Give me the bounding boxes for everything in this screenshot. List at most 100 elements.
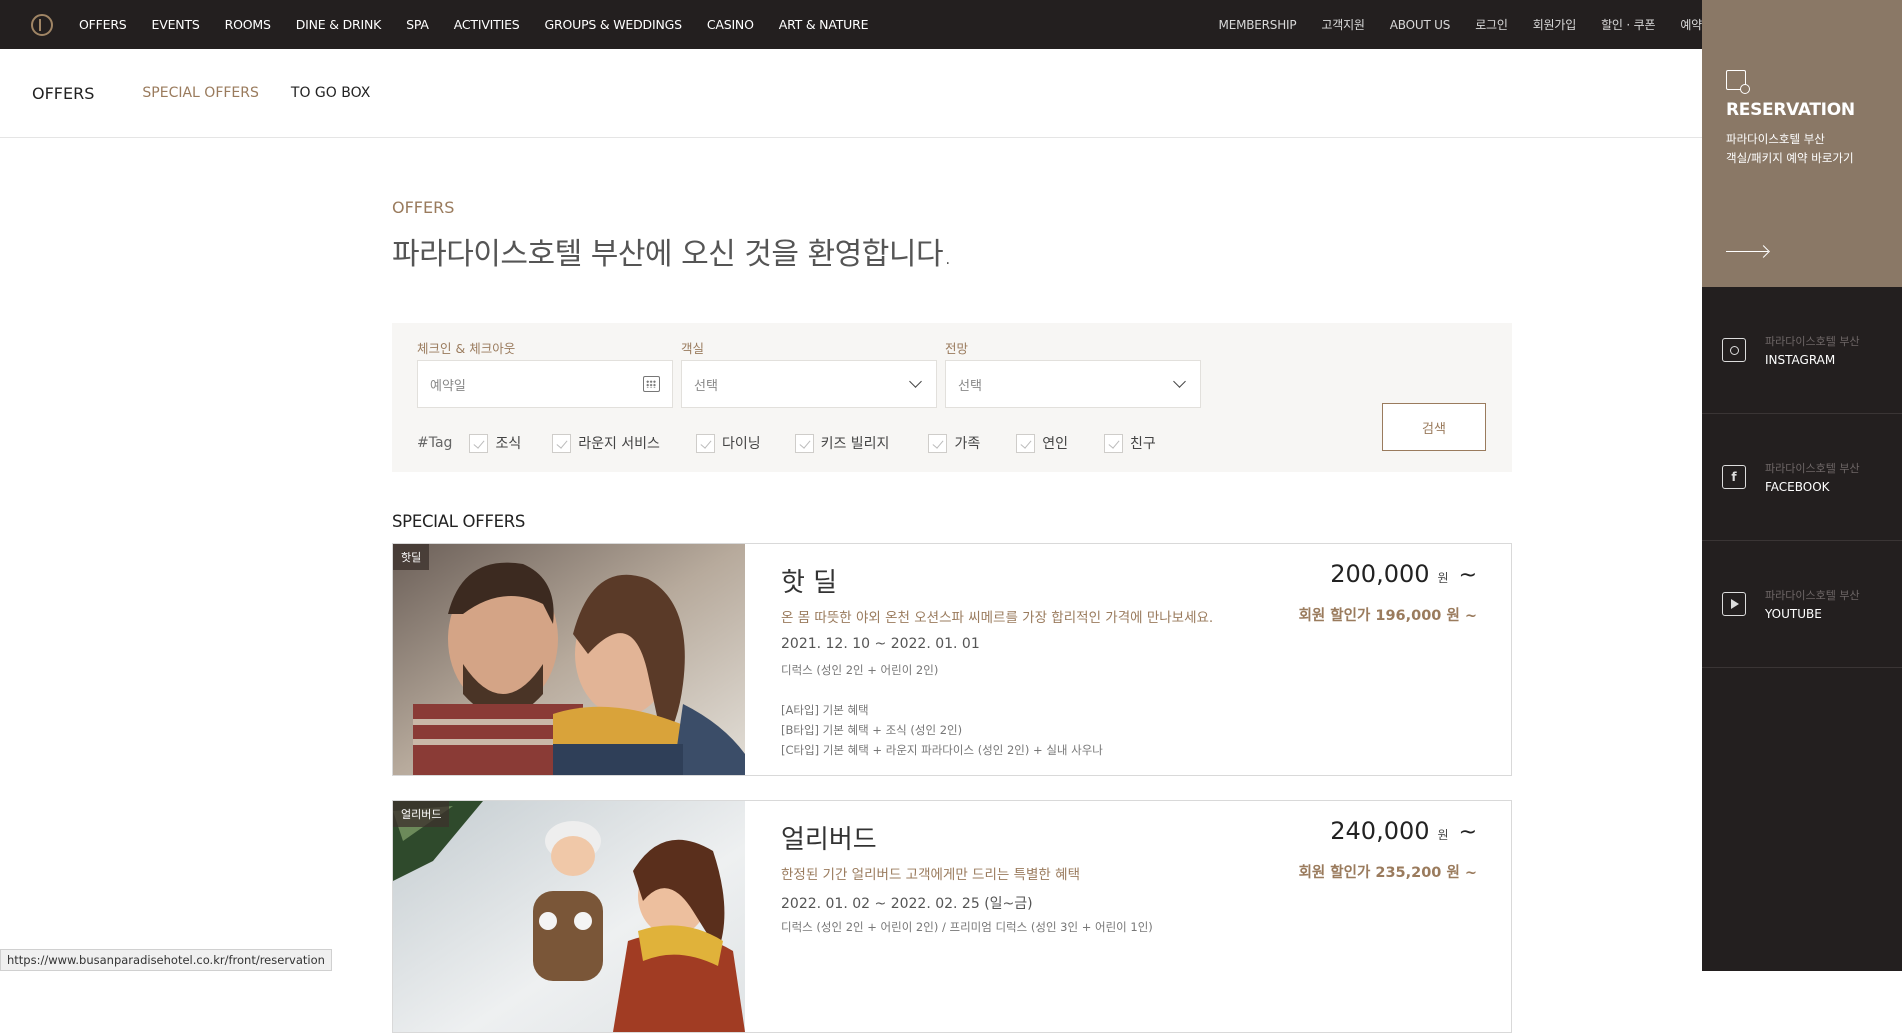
checkin-field: 체크인 & 체크아웃 예약일 — [417, 338, 673, 408]
tag-checkbox-kids-village[interactable]: 키즈 빌리지 — [795, 433, 890, 453]
social-link-youtube[interactable]: 파라다이스호텔 부산 YOUTUBE — [1702, 541, 1902, 668]
tag-text: 조식 — [495, 433, 521, 453]
tag-checkbox-friends[interactable]: 친구 — [1104, 433, 1156, 453]
tag-checkbox-lounge[interactable]: 라운지 서비스 — [552, 433, 660, 453]
nav-item-rooms[interactable]: ROOMS — [225, 17, 271, 32]
room-label: 객실 — [681, 338, 937, 360]
nav-item-spa[interactable]: SPA — [406, 17, 429, 32]
reservation-panel[interactable]: RESERVATION 파라다이스호텔 부산 객실/패키지 예약 바로가기 — [1702, 0, 1902, 287]
arrow-right-icon[interactable] — [1726, 251, 1768, 252]
tag-checkbox-dining[interactable]: 다이닝 — [696, 433, 761, 453]
tab-to-go-box[interactable]: TO GO BOX — [291, 85, 370, 101]
tag-checkbox-breakfast[interactable]: 조식 — [469, 433, 521, 453]
offer-description: 온 몸 따뜻한 야외 온천 오션스파 씨메르를 가장 합리적인 가격에 만나보세… — [781, 606, 1213, 626]
offer-dates: 2021. 12. 10 ~ 2022. 01. 01 — [781, 636, 980, 652]
room-field: 객실 선택 — [681, 338, 937, 408]
nav-item-art-nature[interactable]: ART & NATURE — [779, 17, 869, 32]
nav-item-dine-drink[interactable]: DINE & DRINK — [296, 17, 381, 32]
calendar-icon[interactable] — [643, 376, 660, 392]
tag-text: 다이닝 — [722, 433, 761, 453]
search-button[interactable]: 검색 — [1382, 403, 1486, 451]
nav-reservation[interactable]: 예약 — [1680, 16, 1702, 33]
nav-item-offers[interactable]: OFFERS — [79, 17, 127, 32]
offer-price: 200,000 원 ~ — [1330, 560, 1477, 588]
tag-text: 키즈 빌리지 — [821, 433, 890, 453]
checkbox-icon[interactable] — [552, 434, 571, 453]
checkin-input[interactable]: 예약일 — [417, 360, 673, 408]
chevron-down-icon — [1173, 375, 1186, 388]
special-offers-title: SPECIAL OFFERS — [392, 512, 1512, 531]
tag-text: 연인 — [1042, 433, 1068, 453]
nav-about-us[interactable]: ABOUT US — [1390, 18, 1450, 32]
winter-family-photo — [393, 801, 745, 1032]
tag-text: 가족 — [954, 433, 980, 453]
nav-item-events[interactable]: EVENTS — [152, 17, 200, 32]
nav-login[interactable]: 로그인 — [1475, 16, 1508, 33]
paradise-logo[interactable] — [31, 14, 53, 36]
offer-name[interactable]: 얼리버드 — [781, 819, 877, 856]
benefit-item: [A타입] 기본 혜택 — [781, 700, 1103, 720]
offer-card[interactable]: 얼리버드 얼리버드 한정된 기간 얼리버드 고객에게만 드리는 특별한 혜택 2… — [392, 800, 1512, 1033]
social-link-facebook[interactable]: f 파라다이스호텔 부산 FACEBOOK — [1702, 414, 1902, 541]
tag-filters: #Tag 조식 라운지 서비스 다이닝 키즈 빌리지 가족 연인 친구 — [417, 433, 1176, 453]
offer-description: 한정된 기간 얼리버드 고객에게만 드리는 특별한 혜택 — [781, 863, 1080, 883]
main-menu: OFFERS EVENTS ROOMS DINE & DRINK SPA ACT… — [79, 17, 893, 32]
benefit-item: [C타입] 기본 혜택 + 라운지 파라다이스 (성인 2인) + 실내 사우나 — [781, 740, 1103, 760]
offer-image-couple[interactable]: 핫딜 — [393, 544, 745, 775]
tag-checkbox-couple[interactable]: 연인 — [1016, 433, 1068, 453]
browser-status-url: https://www.busanparadisehotel.co.kr/fro… — [0, 949, 332, 971]
facebook-icon: f — [1722, 465, 1746, 489]
member-price: 회원 할인가 235,200 원 ~ — [1299, 861, 1477, 882]
sub-navigation: OFFERS SPECIAL OFFERS TO GO BOX — [0, 49, 1702, 138]
checkbox-icon[interactable] — [928, 434, 947, 453]
tag-label: #Tag — [417, 435, 452, 451]
nav-signup[interactable]: 회원가입 — [1533, 16, 1576, 33]
benefit-item: [B타입] 기본 혜택 + 조식 (성인 2인) — [781, 720, 1103, 740]
couple-photo — [393, 544, 745, 775]
section-label: OFFERS — [392, 198, 1512, 217]
nav-discount-coupon[interactable]: 할인 · 쿠폰 — [1601, 16, 1655, 33]
offer-room: 디럭스 (성인 2인 + 어린이 2인) / 프리미엄 디럭스 (성인 3인 +… — [781, 919, 1153, 935]
nav-item-activities[interactable]: ACTIVITIES — [454, 17, 520, 32]
offer-card[interactable]: 핫딜 핫 딜 온 몸 따뜻한 야외 온천 오션스파 씨메르를 가장 합리적인 가… — [392, 543, 1512, 776]
social-name: FACEBOOK — [1765, 480, 1860, 494]
nav-customer-support[interactable]: 고객지원 — [1321, 16, 1364, 33]
social-caption: 파라다이스호텔 부산 — [1765, 587, 1860, 603]
offer-name[interactable]: 핫 딜 — [781, 562, 837, 599]
social-name: INSTAGRAM — [1765, 353, 1860, 367]
price-tilde: ~ — [1459, 563, 1477, 588]
utility-menu: MEMBERSHIP 고객지원 ABOUT US 로그인 회원가입 할인 · 쿠… — [1194, 0, 1702, 49]
nav-membership[interactable]: MEMBERSHIP — [1219, 18, 1297, 32]
checkbox-icon[interactable] — [696, 434, 715, 453]
tag-checkbox-family[interactable]: 가족 — [928, 433, 980, 453]
price-value: 240,000 — [1330, 817, 1429, 845]
tag-text: 라운지 서비스 — [578, 433, 660, 453]
top-navigation: OFFERS EVENTS ROOMS DINE & DRINK SPA ACT… — [0, 0, 1702, 49]
view-label: 전망 — [945, 338, 1201, 360]
checkin-placeholder: 예약일 — [430, 375, 466, 394]
room-select[interactable]: 선택 — [681, 360, 937, 408]
checkin-label: 체크인 & 체크아웃 — [417, 338, 673, 360]
social-link-instagram[interactable]: 파라다이스호텔 부산 INSTAGRAM — [1702, 287, 1902, 414]
checkbox-icon[interactable] — [795, 434, 814, 453]
page-title: 파라다이스호텔 부산에 오신 것을 환영합니다. — [392, 229, 1512, 273]
price-tilde: ~ — [1459, 820, 1477, 845]
price-unit: 원 — [1438, 826, 1449, 843]
tab-special-offers[interactable]: SPECIAL OFFERS — [142, 85, 259, 101]
view-field: 전망 선택 — [945, 338, 1201, 408]
offer-badge: 핫딜 — [393, 544, 429, 570]
checkbox-icon[interactable] — [469, 434, 488, 453]
checkbox-icon[interactable] — [1016, 434, 1035, 453]
checkbox-icon[interactable] — [1104, 434, 1123, 453]
offer-dates: 2022. 01. 02 ~ 2022. 02. 25 (일~금) — [781, 893, 1033, 913]
chevron-down-icon — [909, 375, 922, 388]
offer-image-mother-child[interactable]: 얼리버드 — [393, 801, 745, 1032]
youtube-icon — [1722, 592, 1746, 616]
offer-room: 디럭스 (성인 2인 + 어린이 2인) — [781, 662, 938, 678]
instagram-icon — [1722, 338, 1746, 362]
nav-item-groups-weddings[interactable]: GROUPS & WEDDINGS — [545, 17, 682, 32]
room-select-value: 선택 — [694, 375, 718, 394]
view-select[interactable]: 선택 — [945, 360, 1201, 408]
nav-item-casino[interactable]: CASINO — [707, 17, 754, 32]
right-side-panel: RESERVATION 파라다이스호텔 부산 객실/패키지 예약 바로가기 파라… — [1702, 0, 1902, 971]
